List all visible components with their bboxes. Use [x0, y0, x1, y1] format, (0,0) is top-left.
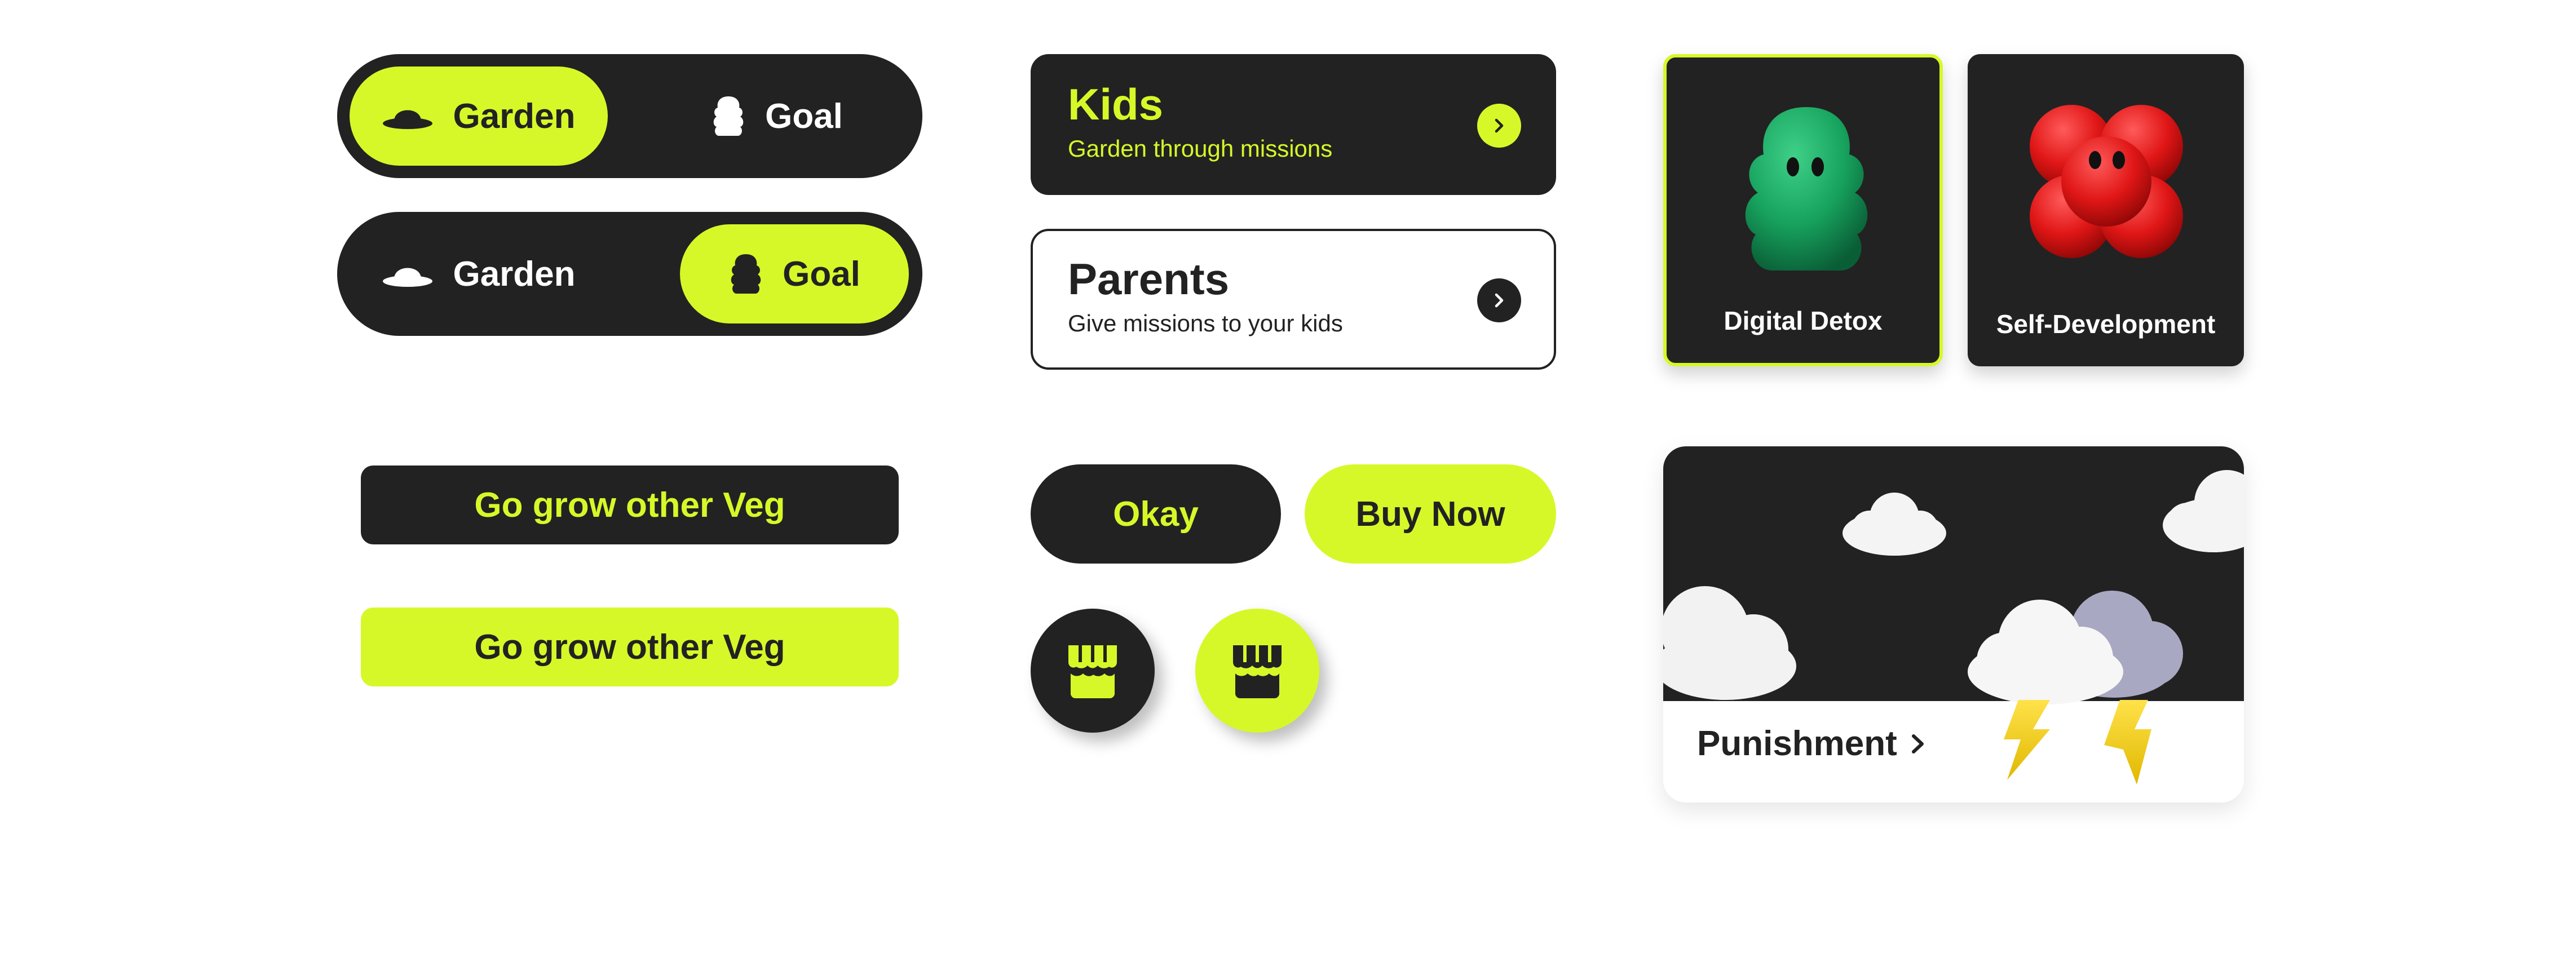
option-card-kids[interactable]: Kids Garden through missions: [1031, 54, 1556, 195]
goal-tree-icon: [713, 96, 744, 136]
garden-hat-icon: [383, 268, 433, 287]
cloud-icon: [1842, 493, 1946, 556]
go-grow-button-lime[interactable]: Go grow other Veg: [361, 608, 899, 686]
toggle-label-garden: Garden: [453, 96, 576, 136]
toggle-label-goal: Goal: [783, 254, 860, 294]
category-card-self-development[interactable]: Self-Development: [1968, 54, 2244, 366]
okay-label: Okay: [1113, 494, 1199, 534]
chevron-right-icon: [1911, 734, 1924, 753]
option-title-kids: Kids: [1068, 79, 1164, 129]
goal-tree-icon: [731, 254, 761, 294]
buy-now-button[interactable]: Buy Now: [1305, 464, 1556, 564]
okay-button[interactable]: Okay: [1031, 464, 1281, 564]
red-flower-creature-icon: [2030, 105, 2183, 258]
shop-button-lime[interactable]: [1195, 609, 1319, 733]
go-grow-label: Go grow other Veg: [474, 627, 785, 667]
green-tree-creature-icon: [1745, 107, 1868, 271]
toggle-option-goal[interactable]: Goal: [653, 67, 901, 166]
punishment-label-row: Punishment: [1697, 724, 1927, 764]
store-icon: [1233, 645, 1282, 698]
category-card-digital-detox[interactable]: Digital Detox: [1663, 54, 1943, 366]
chevron-right-icon: [1477, 104, 1521, 148]
option-subtitle-kids: Garden through missions: [1068, 135, 1333, 162]
option-card-parents[interactable]: Parents Give missions to your kids: [1031, 229, 1556, 370]
segmented-toggle-garden-selected: Garden Goal: [337, 54, 922, 178]
toggle-label-garden: Garden: [453, 254, 576, 294]
cloud-icon: [2163, 470, 2244, 552]
toggle-option-garden[interactable]: Garden: [350, 224, 608, 323]
punishment-card[interactable]: Punishment: [1663, 446, 2244, 803]
category-label-self-development: Self-Development: [1996, 309, 2216, 339]
buy-now-label: Buy Now: [1355, 494, 1505, 534]
category-label-digital-detox: Digital Detox: [1724, 306, 1883, 335]
segmented-toggle-goal-selected: Garden Goal: [337, 212, 922, 336]
go-grow-button-dark[interactable]: Go grow other Veg: [361, 466, 899, 544]
option-title-parents: Parents: [1068, 254, 1230, 304]
garden-hat-icon: [383, 110, 433, 129]
go-grow-label: Go grow other Veg: [474, 485, 785, 525]
chevron-right-icon: [1477, 278, 1521, 322]
cloud-icon: [1663, 586, 1796, 700]
shop-button-dark[interactable]: [1031, 609, 1155, 733]
option-subtitle-parents: Give missions to your kids: [1068, 310, 1343, 336]
punishment-label: Punishment: [1697, 724, 1897, 763]
thunder-cloud-icon: [1968, 591, 2183, 784]
toggle-option-garden[interactable]: Garden: [350, 67, 608, 166]
toggle-option-goal[interactable]: Goal: [680, 224, 909, 323]
toggle-label-goal: Goal: [765, 96, 843, 136]
store-icon: [1068, 645, 1117, 698]
